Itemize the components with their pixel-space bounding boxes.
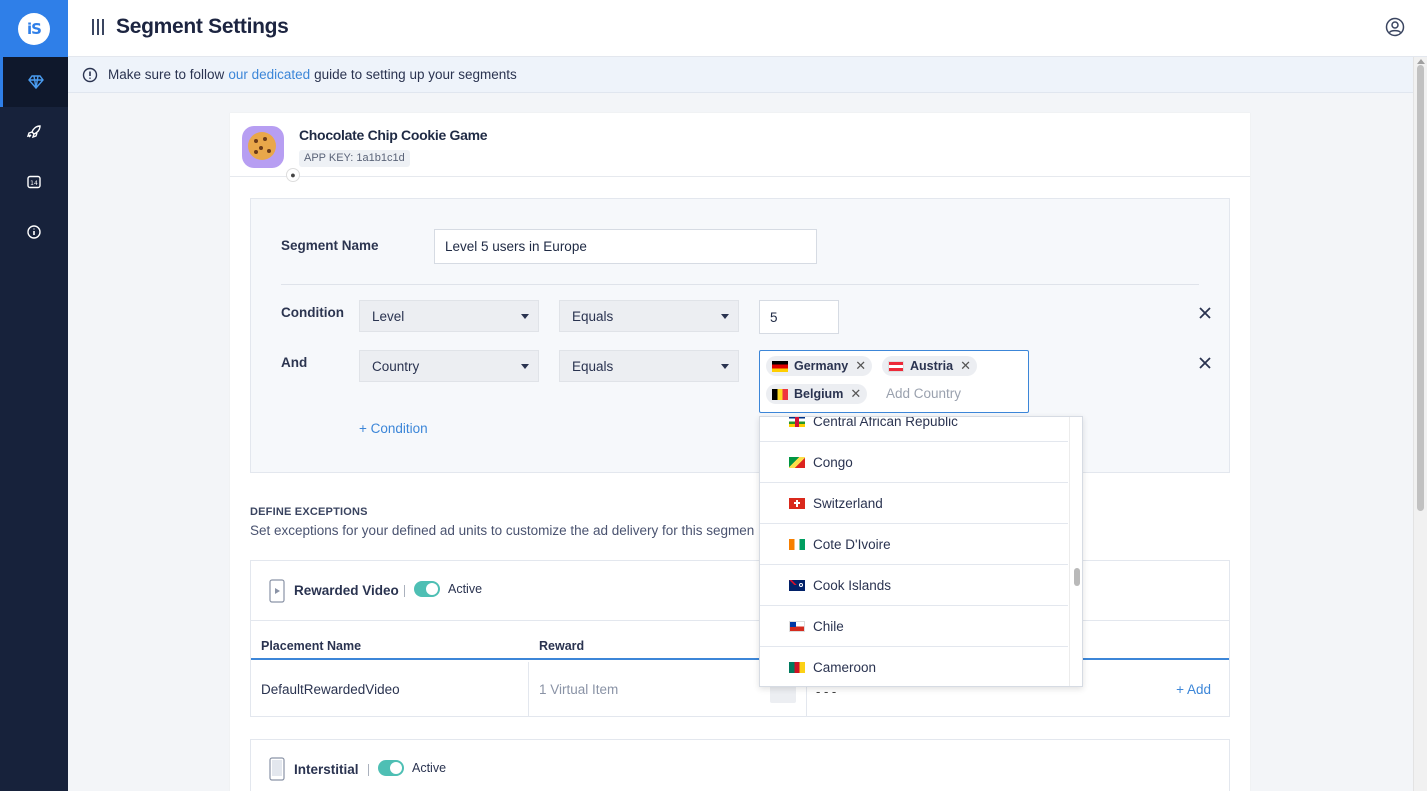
- condition-operator-value: Equals: [572, 308, 614, 324]
- chevron-down-icon: [721, 314, 729, 319]
- congo-flag-icon: [789, 456, 805, 468]
- central-african-republic-flag-icon: [789, 417, 805, 427]
- condition-label: Condition: [281, 305, 344, 320]
- logo[interactable]: iS: [0, 0, 68, 57]
- page-scrollbar[interactable]: [1413, 57, 1427, 791]
- dropdown-scroll-thumb[interactable]: [1074, 568, 1080, 586]
- segment-name-input[interactable]: Level 5 users in Europe: [434, 229, 817, 264]
- country-dropdown-list[interactable]: Central African Republic Congo Switzerla…: [759, 416, 1083, 687]
- diamond-icon: [27, 75, 44, 90]
- app-key-badge: APP KEY: 1a1b1c1d: [299, 150, 410, 167]
- segment-form: Segment Name Level 5 users in Europe Con…: [250, 198, 1230, 473]
- info-text-after: guide to setting up your segments: [314, 67, 517, 82]
- sidebar-item-calendar[interactable]: 14: [0, 157, 68, 207]
- app-name: Chocolate Chip Cookie Game: [299, 127, 488, 143]
- user-profile-icon[interactable]: [1385, 17, 1405, 37]
- add-exception-button[interactable]: + Add: [1176, 682, 1211, 697]
- condition-field-value: Level: [372, 308, 405, 324]
- remove-condition-icon[interactable]: [1199, 307, 1211, 319]
- rewarded-video-card: Rewarded Video Active Placement Name Rew…: [250, 560, 1230, 717]
- list-item[interactable]: Cook Islands: [760, 565, 1068, 606]
- remove-chip-icon[interactable]: ✕: [960, 358, 971, 374]
- reward-cell: 1 Virtual Item: [539, 682, 619, 697]
- cote-divoire-flag-icon: [789, 538, 805, 550]
- remove-chip-icon[interactable]: ✕: [850, 386, 861, 402]
- apple-icon: ●: [286, 168, 300, 182]
- col-placement-name: Placement Name: [261, 639, 362, 653]
- interstitial-toggle[interactable]: [378, 760, 404, 776]
- and-operator-select[interactable]: Equals: [559, 350, 739, 382]
- country-multiselect[interactable]: Germany ✕ Austria ✕ Belgium ✕ Add Countr…: [759, 350, 1029, 413]
- app-header: ● Chocolate Chip Cookie Game APP KEY: 1a…: [230, 113, 1250, 182]
- austria-flag-icon: [888, 360, 904, 372]
- chile-flag-icon: [789, 620, 805, 632]
- app-icon: ●: [242, 126, 300, 182]
- interstitial-title: Interstitial: [294, 762, 359, 777]
- interstitial-status: Active: [412, 761, 447, 775]
- list-item[interactable]: Chile: [760, 606, 1068, 647]
- and-field-select[interactable]: Country: [359, 350, 539, 382]
- scroll-thumb[interactable]: [1417, 65, 1424, 511]
- info-text-before: Make sure to follow: [108, 67, 225, 82]
- rocket-icon: [26, 125, 41, 139]
- page-title: Segment Settings: [116, 15, 289, 38]
- switzerland-flag-icon: [789, 497, 805, 509]
- condition-operator-select[interactable]: Equals: [559, 300, 739, 332]
- phone-device-icon: [269, 757, 285, 781]
- sidebar-item-segments[interactable]: [0, 57, 68, 107]
- header: Segment Settings: [68, 0, 1427, 57]
- info-banner: Make sure to follow our dedicated guide …: [68, 57, 1413, 93]
- rewarded-video-toggle[interactable]: [414, 581, 440, 597]
- col-reward: Reward: [539, 639, 585, 653]
- svg-text:14: 14: [30, 180, 38, 187]
- add-condition-button[interactable]: + Condition: [359, 421, 428, 436]
- country-chip-germany: Germany ✕: [766, 356, 873, 376]
- exceptions-description: Set exceptions for your defined ad units…: [250, 523, 755, 538]
- remove-condition-icon[interactable]: [1199, 357, 1211, 369]
- placement-name-cell: DefaultRewardedVideo: [261, 682, 400, 697]
- list-item[interactable]: Switzerland: [760, 483, 1068, 524]
- rewarded-video-status: Active: [448, 582, 483, 596]
- scroll-up-arrow-icon[interactable]: [1417, 59, 1425, 64]
- chevron-down-icon: [521, 364, 529, 369]
- country-chip-austria: Austria ✕: [882, 356, 977, 376]
- remove-chip-icon[interactable]: ✕: [855, 358, 866, 374]
- sidebar: iS 14: [0, 0, 68, 791]
- and-field-value: Country: [372, 358, 420, 374]
- info-icon: [27, 225, 41, 239]
- cook-islands-flag-icon: [789, 579, 805, 591]
- alert-circle-icon: [82, 67, 98, 82]
- belgium-flag-icon: [772, 388, 788, 400]
- and-label: And: [281, 355, 308, 370]
- video-device-icon: [269, 579, 285, 603]
- sidebar-item-info[interactable]: [0, 207, 68, 257]
- country-chip-belgium: Belgium ✕: [766, 384, 868, 404]
- list-item[interactable]: Cameroon: [760, 647, 1068, 686]
- germany-flag-icon: [772, 360, 788, 372]
- interstitial-card: Interstitial Active: [250, 739, 1230, 791]
- app-card: ● Chocolate Chip Cookie Game APP KEY: 1a…: [230, 113, 1250, 791]
- form-divider: [281, 284, 1199, 285]
- exceptions-title: DEFINE EXCEPTIONS: [250, 506, 368, 518]
- chevron-down-icon: [521, 314, 529, 319]
- condition-field-select[interactable]: Level: [359, 300, 539, 332]
- sidebar-item-launch[interactable]: [0, 107, 68, 157]
- add-country-input[interactable]: Add Country: [886, 386, 961, 401]
- cameroon-flag-icon: [789, 661, 805, 673]
- calendar-icon: 14: [27, 175, 41, 189]
- dropdown-scrollbar[interactable]: [1069, 417, 1082, 686]
- list-item[interactable]: Central African Republic: [760, 417, 1068, 442]
- menu-toggle-icon[interactable]: [92, 19, 104, 35]
- rewarded-video-title: Rewarded Video: [294, 583, 399, 598]
- and-operator-value: Equals: [572, 358, 614, 374]
- logo-mark: iS: [18, 12, 50, 45]
- list-item[interactable]: Cote D'Ivoire: [760, 524, 1068, 565]
- condition-value-input[interactable]: 5: [759, 300, 839, 334]
- list-item[interactable]: Congo: [760, 442, 1068, 483]
- guide-link[interactable]: our dedicated: [228, 67, 310, 82]
- chevron-down-icon: [721, 364, 729, 369]
- segment-name-label: Segment Name: [281, 238, 379, 253]
